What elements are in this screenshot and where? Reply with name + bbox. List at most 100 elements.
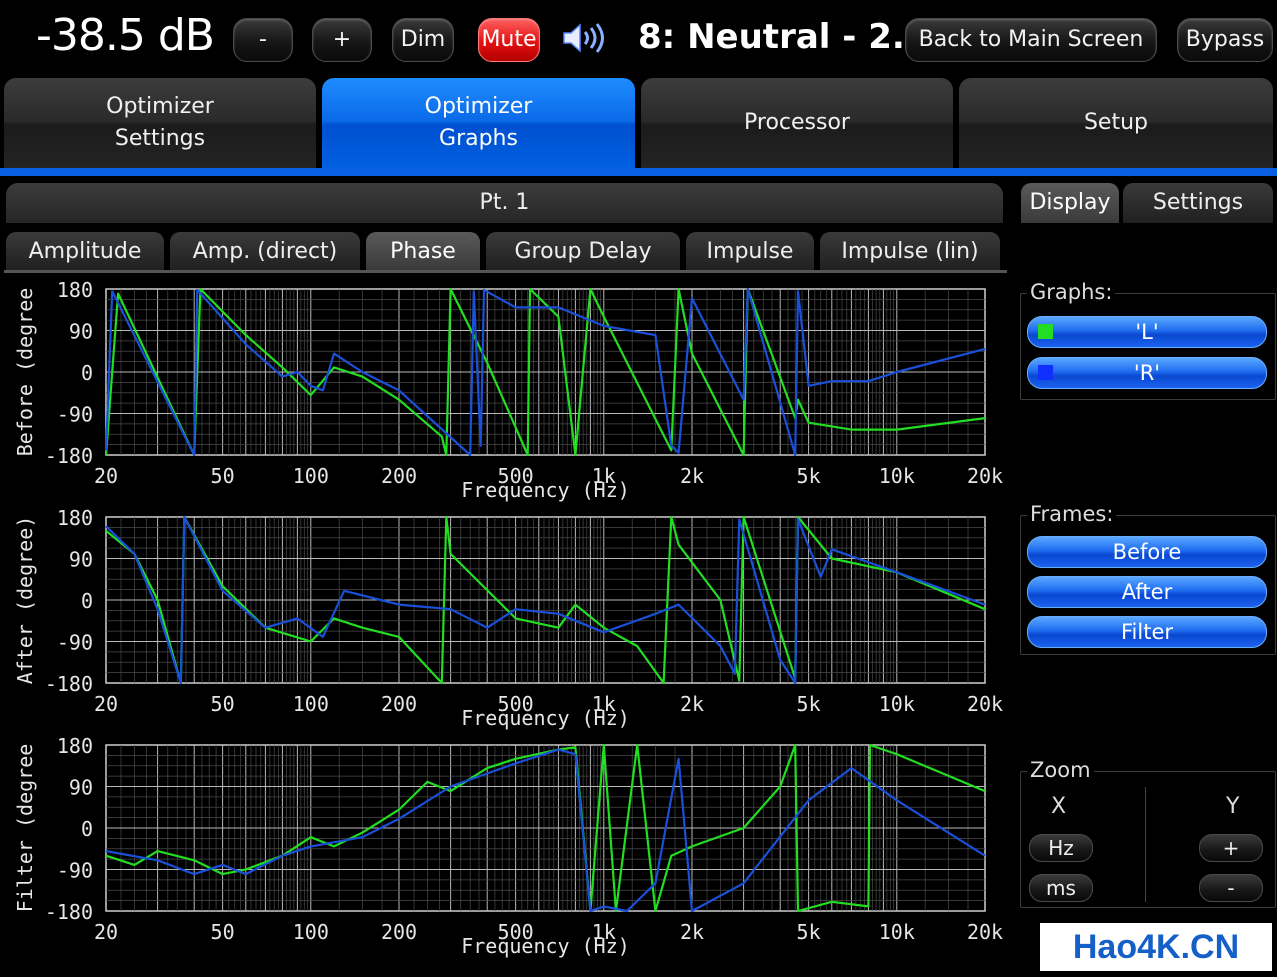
volume-readout: -38.5 dB	[36, 10, 215, 61]
point-title: Pt. 1	[6, 183, 1003, 223]
x-tick-label: 2k	[680, 692, 704, 716]
tab-label-line2: Graphs	[439, 126, 518, 151]
y-tick-label: 180	[57, 734, 93, 758]
x-tick-label: 10k	[879, 464, 915, 488]
x-tick-label: 200	[381, 692, 417, 716]
x-axis-title: Frequency (Hz)	[461, 478, 630, 502]
bypass-button[interactable]: Bypass	[1177, 18, 1273, 62]
y-tick-label: 0	[81, 817, 93, 841]
x-tick-label: 100	[293, 920, 329, 944]
graph-button-r-label: 'R'	[1133, 361, 1161, 385]
y-axis-title: After (degree)	[13, 516, 37, 685]
zoom-divider	[1145, 787, 1146, 902]
y-tick-label: 0	[81, 589, 93, 613]
tab-amp-direct[interactable]: Amp. (direct)	[170, 232, 360, 270]
volume-up-button[interactable]: +	[312, 18, 372, 62]
speaker-volume-icon[interactable]	[560, 20, 610, 56]
graphs-group: Graphs: 'L' 'R'	[1020, 280, 1276, 400]
phase-plots-svg: 180900-90-18020 50 100 200 500 1k 2k 5k 10k 20kFr…	[13, 278, 1003, 958]
y-tick-label: 90	[69, 776, 93, 800]
x-tick-label: 20k	[967, 692, 1003, 716]
tab-label: Setup	[1083, 110, 1149, 135]
tab-label-line1: Optimizer	[106, 94, 214, 119]
graph-button-l-label: 'L'	[1135, 320, 1159, 344]
x-tick-label: 2k	[680, 920, 704, 944]
tab-optimizer-graphs[interactable]: Optimizer Graphs	[322, 78, 635, 168]
x-tick-label: 20k	[967, 920, 1003, 944]
tab-underline	[0, 168, 1277, 176]
zoom-y-in-button[interactable]: +	[1199, 834, 1263, 862]
x-tick-label: 100	[293, 692, 329, 716]
zoom-y-out-button[interactable]: -	[1199, 874, 1263, 902]
y-tick-label: -90	[57, 403, 93, 427]
x-tick-label: 20k	[967, 464, 1003, 488]
x-tick-label: 5k	[797, 464, 821, 488]
tab-amplitude[interactable]: Amplitude	[6, 232, 164, 270]
frames-group: Frames: Before After Filter	[1020, 502, 1276, 655]
y-tick-label: -90	[57, 631, 93, 655]
phase-plots: 180 90 0 -90 -180 20 50 100 200 500 1k 2k 5k 10k 20k Fr…	[0, 273, 1010, 973]
y-tick-label: 90	[69, 548, 93, 572]
y-tick-label: -180	[45, 900, 93, 924]
x-tick-label: 200	[381, 464, 417, 488]
preset-name: 8: Neutral - 2.0	[638, 17, 929, 57]
x-axis-title: Frequency (Hz)	[461, 934, 630, 958]
x-tick-label: 5k	[797, 692, 821, 716]
right-panel: Display Settings Graphs: 'L' 'R' Frames:…	[1015, 183, 1277, 973]
x-tick-label: 50	[211, 464, 235, 488]
zoom-group: Zoom X Y Hz ms + -	[1020, 758, 1276, 908]
zoom-y-label: Y	[1226, 794, 1240, 819]
series-l-swatch	[1038, 324, 1053, 339]
tab-settings[interactable]: Settings	[1123, 183, 1273, 223]
x-tick-label: 5k	[797, 920, 821, 944]
y-tick-label: 180	[57, 506, 93, 530]
x-tick-label: 10k	[879, 692, 915, 716]
mute-button[interactable]: Mute	[478, 18, 540, 62]
series-r-swatch	[1038, 365, 1053, 380]
volume-down-button[interactable]: -	[233, 18, 293, 62]
tab-group-delay[interactable]: Group Delay	[486, 232, 680, 270]
tab-display[interactable]: Display	[1021, 183, 1119, 223]
tab-processor[interactable]: Processor	[641, 78, 953, 168]
y-tick-label: -180	[45, 444, 93, 468]
back-to-main-button[interactable]: Back to Main Screen	[905, 18, 1157, 62]
frame-before-button[interactable]: Before	[1027, 536, 1267, 568]
tab-label: Processor	[744, 110, 850, 135]
zoom-x-label: X	[1051, 794, 1067, 819]
zoom-group-label: Zoom	[1027, 758, 1094, 782]
top-bar: -38.5 dB - + Dim Mute 8: Neutral - 2.0 B…	[0, 0, 1277, 72]
tab-setup[interactable]: Setup	[959, 78, 1273, 168]
dim-button[interactable]: Dim	[392, 18, 454, 62]
graphs-group-label: Graphs:	[1027, 280, 1116, 304]
x-tick-label: 20	[94, 464, 118, 488]
frame-after-button[interactable]: After	[1027, 576, 1267, 608]
tab-phase[interactable]: Phase	[366, 232, 480, 270]
tab-label-line1: Optimizer	[424, 94, 533, 119]
tab-impulse[interactable]: Impulse	[686, 232, 814, 270]
x-axis-title: Frequency (Hz)	[461, 706, 630, 730]
watermark-logo: Hao4K.CN	[1040, 923, 1272, 971]
x-tick-label: 10k	[879, 920, 915, 944]
tab-impulse-lin[interactable]: Impulse (lin)	[820, 232, 1000, 270]
y-axis-title: Before (degree	[13, 288, 37, 457]
x-tick-label: 100	[293, 464, 329, 488]
graph-button-l[interactable]: 'L'	[1027, 316, 1267, 348]
y-tick-label: 90	[69, 320, 93, 344]
frames-group-label: Frames:	[1027, 502, 1117, 526]
tab-label-line2: Settings	[114, 126, 206, 151]
frame-filter-button[interactable]: Filter	[1027, 616, 1267, 648]
x-tick-label: 2k	[680, 464, 704, 488]
y-tick-label: -90	[57, 859, 93, 883]
x-tick-label: 50	[211, 692, 235, 716]
tab-optimizer-settings[interactable]: Optimizer Settings	[4, 78, 316, 168]
x-tick-label: 200	[381, 920, 417, 944]
x-tick-label: 20	[94, 920, 118, 944]
x-tick-label: 50	[211, 920, 235, 944]
zoom-hz-button[interactable]: Hz	[1029, 834, 1093, 862]
zoom-ms-button[interactable]: ms	[1029, 874, 1093, 902]
y-tick-label: -180	[45, 672, 93, 696]
y-tick-label: 0	[81, 361, 93, 385]
x-tick-label: 20	[94, 692, 118, 716]
graph-button-r[interactable]: 'R'	[1027, 357, 1267, 389]
y-tick-label: 180	[57, 278, 93, 302]
